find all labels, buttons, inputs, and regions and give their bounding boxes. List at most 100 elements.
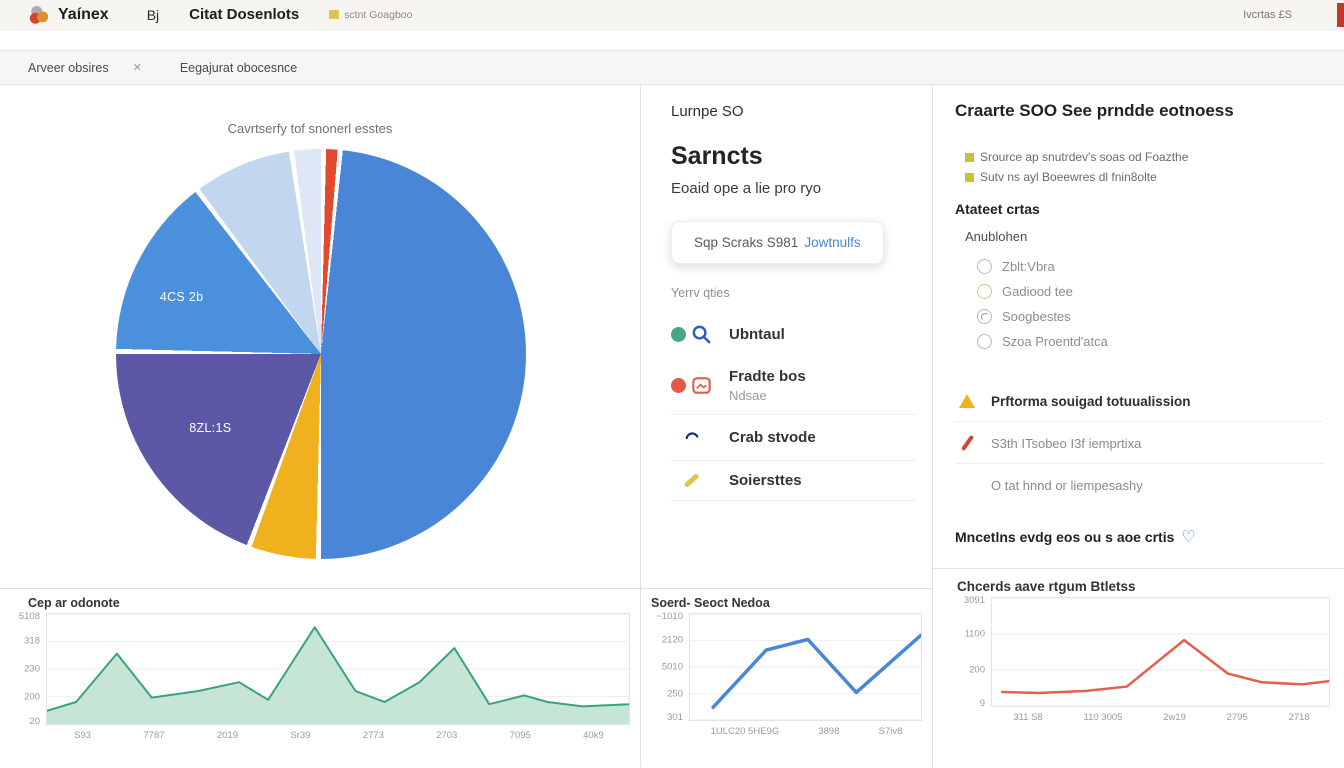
list-item-text: Crab stvode (729, 429, 816, 446)
y-tick-label: 200 (969, 665, 985, 676)
x-tick-label: 40k9 (583, 730, 604, 741)
radio-label: Soogbestes (1002, 309, 1071, 324)
bullet-item: Sutv ns ayl Boeewres dl fnin8olte (965, 167, 1324, 187)
green-dot-icon (671, 327, 686, 342)
tab-active[interactable]: Arveer obsires (28, 61, 109, 75)
logo[interactable]: Yaínex (28, 4, 109, 26)
x-tick-label: S7iv8 (879, 726, 903, 737)
y-tick-label: 9 (980, 698, 985, 709)
trend-chart-y-axis: 309111002009 (957, 597, 991, 707)
x-tick-label: 311 S8 (1013, 712, 1042, 723)
line-chart-y-axis: ~101021205010250301 (649, 613, 689, 721)
radio-icon[interactable] (977, 309, 992, 324)
x-tick-label: 110 3005 (1084, 712, 1123, 723)
pie-chart[interactable]: 4CS 2b8ZL:1S (116, 149, 526, 559)
detail-column: Lurnpe SO Sarncts Eoaid ope a lie pro ry… (641, 85, 933, 767)
list-item-frame[interactable]: Fradte bosNdsae (671, 357, 916, 414)
pie-chart-title: Cavrtserfy tof snonerl esstes (0, 121, 620, 136)
search-card-text: Sqp Scraks S981 (694, 235, 798, 250)
radio-icon[interactable] (977, 259, 992, 274)
radio-label: Zblt:Vbra (1002, 259, 1055, 274)
pie-slice-label: 4CS 2b (160, 290, 204, 304)
radio-option[interactable]: Zblt:Vbra (977, 254, 1324, 279)
area-chart-panel: Cep ar odonote 510831823020020 S93778720… (0, 588, 640, 767)
y-tick-label: 230 (24, 664, 40, 675)
radio-icon[interactable] (977, 284, 992, 299)
x-tick-label: 3898 (818, 726, 839, 737)
y-tick-label: 20 (29, 716, 40, 727)
tab-second[interactable]: Eegajurat obocesnce (180, 61, 297, 75)
list-item-sublabel: Ndsae (729, 388, 806, 403)
search-card-button[interactable]: Sqp Scraks S981 Jowtnulfs (671, 221, 884, 264)
alert-note-row[interactable]: S3th ITsobeo I3f iemprtixa (955, 422, 1324, 464)
settings-footer: Mncetlns evdg eos ou s aoe crtis ♡ (955, 527, 1324, 547)
list-item-label: Ubntaul (729, 326, 785, 343)
x-tick-label: 7787 (143, 730, 164, 741)
y-tick-label: 301 (667, 712, 683, 723)
search-icon (671, 323, 717, 346)
detail-kicker: Lurnpe SO (671, 103, 916, 120)
radio-label: Szoa Proentd'atca (1002, 334, 1108, 349)
y-tick-label: 3091 (964, 595, 985, 606)
radio-group: Zblt:Vbra Gadiood tee Soogbestes Szoa Proen… (977, 254, 1324, 354)
list-item-label: Crab stvode (729, 429, 816, 446)
alert-warning-row[interactable]: Prftorma souigad totuualission (955, 382, 1324, 422)
logo-text: Yaínex (58, 6, 109, 24)
list-item-text: Fradte bosNdsae (729, 368, 806, 403)
tab-close-icon[interactable]: ✕ (133, 61, 142, 74)
list-item-slash[interactable]: Soiersttes (671, 460, 916, 501)
radio-option[interactable]: Szoa Proentd'atca (977, 329, 1324, 354)
trend-chart-title: Chcerds aave rtgum Btletss (957, 579, 1330, 594)
y-tick-label: 250 (667, 689, 683, 700)
radio-option[interactable]: Soogbestes (977, 304, 1324, 329)
x-tick-label: 2773 (363, 730, 384, 741)
badge-square-icon (329, 10, 339, 19)
list-item-arc[interactable]: Crab stvode (671, 414, 916, 460)
x-tick-label: 2019 (217, 730, 238, 741)
detail-subheading: Eoaid ope a lie pro ryo (671, 180, 916, 197)
detail-heading: Sarncts (671, 142, 916, 171)
header-menu-item[interactable]: Bj (147, 7, 159, 23)
alert-plain-row[interactable]: O tat hnnd or liempesashy (955, 464, 1324, 505)
main-content: Cavrtserfy tof snonerl esstes 4CS 2b8ZL:… (0, 85, 1344, 767)
trend-chart-plot (991, 597, 1330, 707)
list-item-search[interactable]: Ubntaul (671, 312, 916, 357)
bullet-text: Sutv ns ayl Boeewres dl fnin8olte (980, 167, 1157, 187)
line-chart-plot (689, 613, 922, 721)
y-tick-label: 200 (24, 692, 40, 703)
header-spacer (0, 30, 1344, 50)
x-tick-label: 2718 (1288, 712, 1309, 723)
x-tick-label: 2w19 (1163, 712, 1186, 723)
list-item-label: Soiersttes (729, 472, 802, 489)
settings-subheading: Atateet crtas (955, 201, 1324, 217)
radio-label: Gadiood tee (1002, 284, 1073, 299)
pie-column: Cavrtserfy tof snonerl esstes 4CS 2b8ZL:… (0, 85, 641, 767)
trend-chart-x-axis: 311 S8 110 3005 2w19 2795 2718 (993, 712, 1330, 723)
pie-panel: Cavrtserfy tof snonerl esstes 4CS 2b8ZL:… (0, 85, 640, 588)
radio-icon[interactable] (977, 334, 992, 349)
arc-icon (683, 426, 701, 449)
alerts-list: Prftorma souigad totuualission S3th ITso… (955, 382, 1324, 505)
arc-icon (671, 426, 717, 449)
radio-option[interactable]: Gadiood tee (977, 279, 1324, 304)
bullet-square-icon (965, 173, 974, 182)
bullet-text: Srource ap snutrdev's soas od Foazthe (980, 147, 1188, 167)
x-tick-label: 2703 (436, 730, 457, 741)
header-right-label[interactable]: Ivcrtas £S (1243, 9, 1292, 21)
trend-chart-panel: Chcerds aave rtgum Btletss 309111002009 … (933, 568, 1344, 767)
radio-group-label: Anublohen (965, 229, 1324, 244)
x-tick-label: 2795 (1227, 712, 1248, 723)
y-tick-label: ~1010 (656, 611, 683, 622)
section-label: Yerrv qties (671, 286, 916, 300)
x-tick-label: 1ULC20 5HE9G (711, 726, 780, 737)
heart-icon[interactable]: ♡ (1181, 527, 1195, 547)
search-card-link[interactable]: Jowtnulfs (804, 235, 860, 250)
area-chart-title: Cep ar odonote (28, 596, 630, 610)
settings-panel: Craarte SOO See prndde eotnoess Srource … (933, 85, 1344, 568)
settings-heading: Craarte SOO See prndde eotnoess (955, 101, 1324, 121)
badge-label: sctnt Goagboo (344, 9, 412, 21)
red-dot-icon (671, 378, 686, 393)
header-badge[interactable]: sctnt Goagboo (329, 9, 412, 21)
alert-note-text: S3th ITsobeo I3f iemprtixa (991, 434, 1141, 451)
alert-plain-text: O tat hnnd or liempesashy (991, 476, 1143, 493)
